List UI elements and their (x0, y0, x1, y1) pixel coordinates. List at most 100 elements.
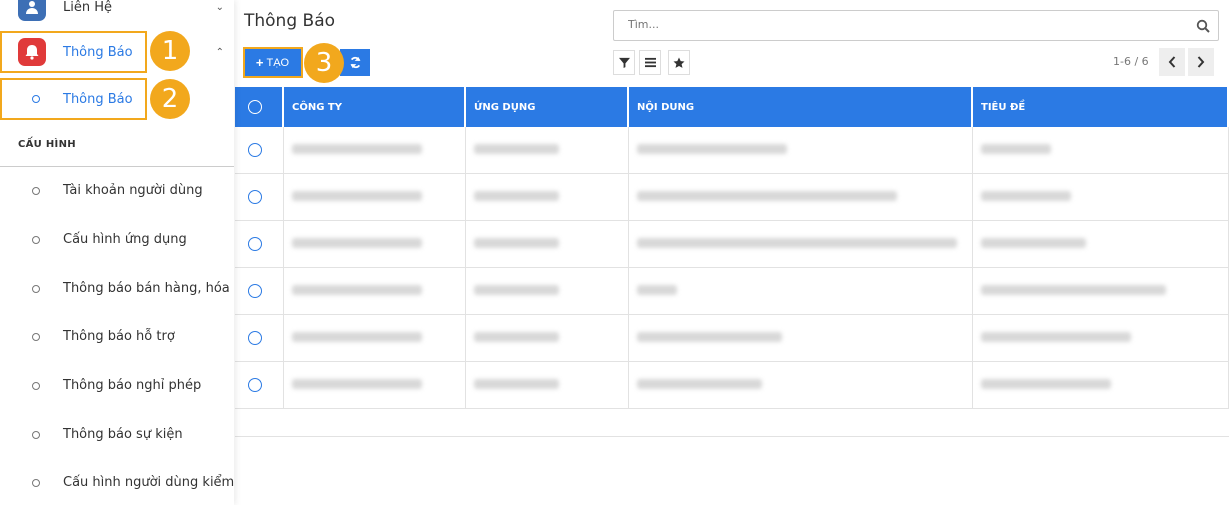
search-box[interactable] (613, 10, 1219, 41)
content-cell (629, 127, 973, 173)
blurred-text (637, 144, 787, 154)
config-item-label: Thông báo bán hàng, hóa đơn (63, 281, 234, 296)
sidebar-item-contact[interactable]: Liên Hệ ⌄ (0, 0, 234, 27)
company-cell (284, 127, 466, 173)
filter-button[interactable] (613, 50, 635, 75)
title-cell (973, 268, 1229, 314)
column-header-content[interactable]: NỘI DUNG (629, 87, 973, 127)
company-cell (284, 174, 466, 220)
blurred-text (637, 379, 762, 389)
table-row[interactable] (235, 315, 1229, 362)
application-cell (466, 174, 629, 220)
blurred-text (637, 191, 897, 201)
pager-value[interactable]: 1-6 / 6 (1113, 55, 1149, 68)
config-item-label: Thông báo nghỉ phép (63, 378, 202, 393)
content-cell (629, 174, 973, 220)
step-badge-1: 1 (150, 31, 190, 71)
blurred-text (292, 238, 422, 248)
row-select-cell (235, 362, 284, 408)
row-select-radio[interactable] (248, 284, 262, 298)
favorites-button[interactable] (668, 50, 690, 75)
bullet-icon (32, 479, 40, 487)
row-select-radio[interactable] (248, 331, 262, 345)
group-by-button[interactable] (639, 50, 661, 75)
table-row[interactable] (235, 221, 1229, 268)
divider (0, 166, 234, 167)
config-item-test-users[interactable]: Cấu hình người dùng kiểm thử (0, 473, 234, 497)
blurred-text (292, 144, 422, 154)
config-item-label: Thông báo sự kiện (63, 427, 183, 442)
company-cell (284, 268, 466, 314)
highlight-box-menu (0, 31, 147, 73)
pager-previous-button[interactable] (1159, 48, 1185, 76)
config-item-sales-notifications[interactable]: Thông báo bán hàng, hóa đơn (0, 279, 234, 303)
column-header-application[interactable]: ỨNG DỤNG (466, 87, 629, 127)
blurred-text (981, 285, 1166, 295)
config-item-event-notifications[interactable]: Thông báo sự kiện (0, 425, 234, 449)
application-cell (466, 268, 629, 314)
bullet-icon (32, 333, 40, 341)
config-item-user-accounts[interactable]: Tài khoản người dùng (0, 181, 234, 205)
blurred-text (981, 379, 1111, 389)
row-select-cell (235, 127, 284, 173)
row-select-cell (235, 268, 284, 314)
config-item-label: Thông báo hỗ trợ (63, 329, 175, 344)
chevron-down-icon[interactable]: ⌄ (216, 2, 224, 13)
application-cell (466, 221, 629, 267)
refresh-icon (350, 56, 360, 69)
config-item-support-notifications[interactable]: Thông báo hỗ trợ (0, 327, 234, 351)
title-cell (973, 127, 1229, 173)
table-header: CÔNG TY ỨNG DỤNG NỘI DUNG TIÊU ĐỀ (235, 87, 1229, 127)
row-select-cell (235, 221, 284, 267)
list-icon (644, 57, 656, 68)
config-item-app-config[interactable]: Cấu hình ứng dụng (0, 230, 234, 254)
blurred-text (474, 285, 559, 295)
sidebar: Liên Hệ ⌄ Thông Báo ⌃ Thông Báo CẤU HÌNH… (0, 0, 234, 505)
table-row[interactable] (235, 362, 1229, 409)
star-icon (673, 57, 685, 68)
row-select-cell (235, 315, 284, 361)
title-cell (973, 315, 1229, 361)
blurred-text (292, 379, 422, 389)
step-badge-2: 2 (150, 79, 190, 119)
select-all-radio[interactable] (248, 100, 262, 114)
blurred-text (637, 238, 957, 248)
chevron-right-icon (1197, 56, 1205, 68)
search-icon[interactable] (1196, 18, 1210, 37)
blurred-text (474, 238, 559, 248)
refresh-button[interactable] (340, 49, 370, 76)
blurred-text (292, 285, 422, 295)
application-cell (466, 315, 629, 361)
config-item-label: Cấu hình người dùng kiểm thử (63, 475, 234, 490)
title-cell (973, 174, 1229, 220)
blurred-text (474, 332, 559, 342)
content-cell (629, 268, 973, 314)
blurred-text (292, 191, 422, 201)
company-cell (284, 315, 466, 361)
blurred-text (292, 332, 422, 342)
table-row[interactable] (235, 174, 1229, 221)
column-header-title[interactable]: TIÊU ĐỀ (973, 87, 1229, 127)
table-row[interactable] (235, 127, 1229, 174)
application-cell (466, 127, 629, 173)
bullet-icon (32, 431, 40, 439)
blurred-text (981, 332, 1131, 342)
bullet-icon (32, 382, 40, 390)
search-input[interactable] (626, 17, 1190, 32)
pager-next-button[interactable] (1188, 48, 1214, 76)
blurred-text (981, 144, 1051, 154)
config-item-leave-notifications[interactable]: Thông báo nghỉ phép (0, 376, 234, 400)
company-cell (284, 362, 466, 408)
row-select-radio[interactable] (248, 143, 262, 157)
highlight-box-create (243, 47, 303, 78)
table-footer-row (235, 410, 1229, 437)
table-row[interactable] (235, 268, 1229, 315)
bullet-icon (32, 187, 40, 195)
config-section-title: CẤU HÌNH (18, 139, 76, 150)
chevron-up-icon[interactable]: ⌃ (216, 47, 224, 58)
column-header-company[interactable]: CÔNG TY (284, 87, 466, 127)
row-select-radio[interactable] (248, 190, 262, 204)
config-item-label: Tài khoản người dùng (63, 183, 203, 198)
row-select-radio[interactable] (248, 378, 262, 392)
row-select-radio[interactable] (248, 237, 262, 251)
